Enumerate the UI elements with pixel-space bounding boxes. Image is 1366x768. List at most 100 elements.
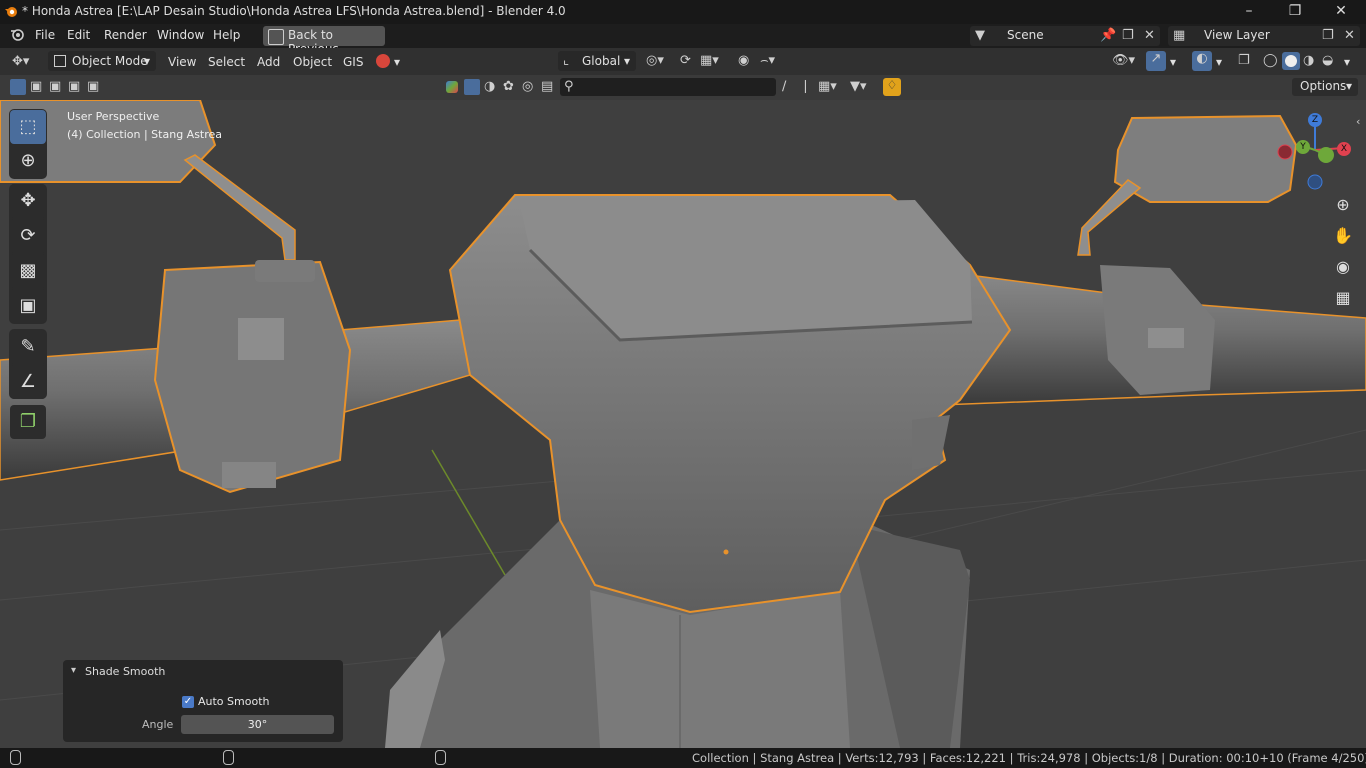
chevron-down-icon[interactable]: ▾ xyxy=(1170,55,1176,69)
menu-render[interactable]: Render xyxy=(104,28,147,42)
notification-bell-icon[interactable]: ♢ xyxy=(883,78,901,96)
transform-tool[interactable]: ▣ xyxy=(10,289,46,323)
minimize-button[interactable]: – xyxy=(1226,0,1272,24)
close-button[interactable]: ✕ xyxy=(1318,0,1364,24)
pan-hand-icon[interactable]: ✋ xyxy=(1330,223,1356,249)
overlay-toggle-icon[interactable]: ◐ xyxy=(1192,51,1212,71)
scene-selector[interactable]: ▼ Scene 📌 ❐ ✕ xyxy=(970,26,1160,46)
back-icon xyxy=(268,29,284,45)
menu-add[interactable]: Add xyxy=(257,55,280,69)
menu-file[interactable]: File xyxy=(35,28,55,42)
angle-field[interactable]: 30° xyxy=(181,715,334,734)
select-box-mode-icon[interactable] xyxy=(10,79,26,95)
filter-mesh-icon[interactable]: ◑ xyxy=(484,79,495,94)
sidebar-toggle-icon[interactable]: ‹ xyxy=(1356,115,1360,128)
snap-toggle-icon[interactable]: ⟳ xyxy=(680,53,691,68)
new-scene-icon[interactable]: ❐ xyxy=(1122,28,1134,43)
solid-shading-icon[interactable] xyxy=(1282,52,1300,70)
scale-tool[interactable]: ▩ xyxy=(10,254,46,288)
shading-dropdown-icon[interactable]: ▾ xyxy=(1344,55,1350,69)
menu-view[interactable]: View xyxy=(168,55,196,69)
viewport-header: ✥▾ Object Mode ▾ View Select Add Object … xyxy=(0,48,1366,75)
gizmo-z-axis[interactable]: Z xyxy=(1308,113,1322,127)
gizmo-y-axis[interactable]: Y xyxy=(1296,140,1310,154)
gis-dropdown-icon[interactable]: ▾ xyxy=(394,55,400,69)
gizmo-toggle-icon[interactable]: ↗ xyxy=(1146,51,1166,71)
move-tool[interactable]: ✥ xyxy=(10,184,46,218)
viewport-collection-label: (4) Collection | Stang Astrea xyxy=(67,128,223,141)
3d-viewport[interactable]: ⬚ ⊕ ✥ ⟳ ▩ ▣ ✎ ∠ ❐ User Perspective (4) C… xyxy=(0,100,1366,748)
menu-help[interactable]: Help xyxy=(213,28,240,42)
zoom-icon[interactable]: ⊕ xyxy=(1330,192,1356,218)
gizmo-x-axis[interactable]: X xyxy=(1337,142,1351,156)
filter-world-icon[interactable]: ◎ xyxy=(522,79,533,94)
pin-icon[interactable]: 📌 xyxy=(1100,28,1116,43)
visibility-icon[interactable]: 👁▾ xyxy=(1112,53,1135,68)
gis-icon[interactable] xyxy=(376,54,390,68)
filter-object-icon[interactable] xyxy=(464,79,480,95)
select-subtract-icon[interactable]: ▣ xyxy=(49,79,61,94)
xray-toggle-icon[interactable]: ❐ xyxy=(1238,53,1250,68)
filter-light-icon[interactable]: ✿ xyxy=(503,79,514,94)
search-input[interactable]: ⚲ xyxy=(560,78,776,96)
rotate-tool[interactable]: ⟳ xyxy=(10,219,46,253)
select-extend-icon[interactable]: ▣ xyxy=(30,79,42,94)
orientation-label: Global xyxy=(582,54,621,68)
orientation-selector[interactable]: ⌞ Global ▾ xyxy=(558,51,636,71)
auto-smooth-checkbox[interactable]: ✓ xyxy=(182,696,194,708)
select-intersect-icon[interactable]: ▣ xyxy=(87,79,99,94)
remove-view-layer-icon[interactable]: ✕ xyxy=(1344,28,1355,43)
material-shading-icon[interactable]: ◑ xyxy=(1303,53,1314,68)
blender-icon xyxy=(4,4,18,18)
new-view-layer-icon[interactable]: ❐ xyxy=(1322,28,1334,43)
filter-funnel-icon[interactable]: ▼▾ xyxy=(850,79,867,94)
view-layer-selector[interactable]: ▦ View Layer ❐ ✕ xyxy=(1168,26,1360,46)
view-layer-name: View Layer xyxy=(1204,28,1270,42)
falloff-icon[interactable]: ⌢▾ xyxy=(760,53,775,68)
top-menu-bar: File Edit Render Window Help Back to Pre… xyxy=(0,24,1366,56)
toggle-icon[interactable]: ∕ xyxy=(782,79,786,94)
menu-edit[interactable]: Edit xyxy=(67,28,90,42)
bookmark-icon[interactable]: ❘ xyxy=(800,79,811,94)
annotate-tool[interactable]: ✎ xyxy=(10,330,46,364)
mode-selector[interactable]: Object Mode ▾ xyxy=(48,51,156,71)
angle-value: 30° xyxy=(247,718,268,731)
proportional-edit-icon[interactable]: ◉ xyxy=(738,53,749,68)
remove-scene-icon[interactable]: ✕ xyxy=(1144,28,1155,43)
back-to-previous-button[interactable]: Back to Previous xyxy=(263,26,385,56)
select-invert-icon[interactable]: ▣ xyxy=(68,79,80,94)
rendered-shading-icon[interactable]: ◒ xyxy=(1322,53,1333,68)
layout-dropdown-icon[interactable]: ▦▾ xyxy=(818,79,837,94)
auto-smooth-label: Auto Smooth xyxy=(198,695,270,708)
menu-object[interactable]: Object xyxy=(293,55,332,69)
snap-target-icon[interactable]: ▦▾ xyxy=(700,53,719,68)
add-cube-tool[interactable]: ❐ xyxy=(10,405,46,439)
editor-type-dropdown-icon[interactable]: ✥▾ xyxy=(12,54,29,69)
cursor-tool[interactable]: ⊕ xyxy=(10,144,46,178)
camera-view-icon[interactable]: ◉ xyxy=(1330,254,1356,280)
mouse-left-icon xyxy=(10,750,21,765)
filter-camera-icon[interactable]: ▤ xyxy=(541,79,553,94)
editor-type-icon[interactable] xyxy=(8,27,28,47)
chevron-down-icon[interactable]: ▾ xyxy=(1216,55,1222,69)
panel-collapse-icon[interactable]: ▾ xyxy=(71,665,76,676)
maximize-button[interactable]: ❐ xyxy=(1272,0,1318,24)
orientation-icon: ⌞ xyxy=(563,53,570,68)
scene-icon: ▼ xyxy=(975,28,985,43)
menu-select[interactable]: Select xyxy=(208,55,245,69)
options-label: Options xyxy=(1300,79,1347,93)
perspective-grid-icon[interactable]: ▦ xyxy=(1330,285,1356,311)
status-bar: Collection | Stang Astrea | Verts:12,793… xyxy=(0,748,1366,768)
object-type-icon[interactable] xyxy=(446,81,458,93)
object-mode-icon xyxy=(54,55,66,67)
panel-title[interactable]: Shade Smooth xyxy=(85,665,165,678)
tool-header: ▣ ▣ ▣ ▣ ◑ ✿ ◎ ▤ ⚲ ∕ ❘ ▦▾ ▼▾ ♢ Options ▾ xyxy=(0,75,1366,100)
options-dropdown[interactable]: Options ▾ xyxy=(1292,78,1358,96)
menu-window[interactable]: Window xyxy=(157,28,204,42)
menu-gis[interactable]: GIS xyxy=(343,55,363,69)
pivot-point-icon[interactable]: ◎▾ xyxy=(646,53,664,68)
wireframe-shading-icon[interactable]: ◯ xyxy=(1263,53,1278,68)
select-box-tool[interactable]: ⬚ xyxy=(10,110,46,144)
measure-tool[interactable]: ∠ xyxy=(10,365,46,399)
scene-statistics: Collection | Stang Astrea | Verts:12,793… xyxy=(692,751,1366,765)
